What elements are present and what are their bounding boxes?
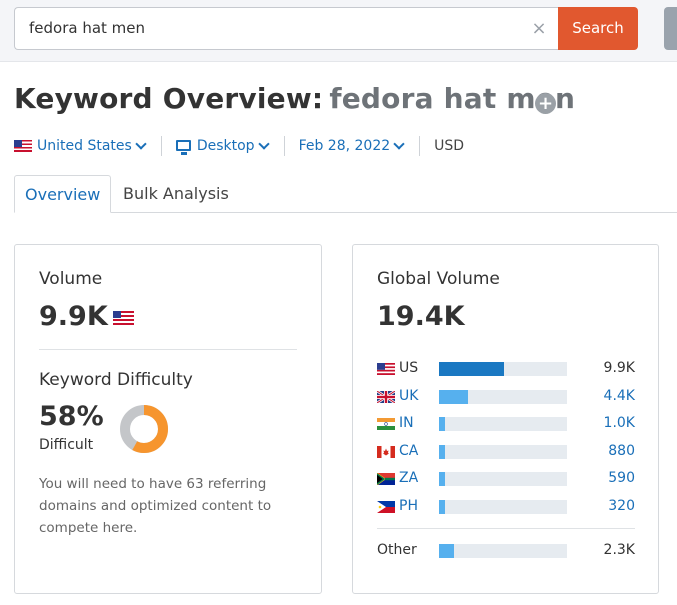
keyword-difficulty-description: You will need to have 63 referring domai… (39, 476, 272, 536)
volume-bar-track (439, 417, 567, 431)
device-selector[interactable]: Desktop (175, 138, 270, 155)
country-row-uk: UK 4.4K (377, 388, 635, 405)
global-volume-card: Global Volume 19.4K US 9.9K UK 4.4K IN 1.0K CA… (352, 244, 659, 594)
country-code[interactable]: UK (399, 388, 418, 404)
ca-flag-icon (377, 445, 395, 458)
page-title: Keyword Overview: fedora hat men (14, 82, 575, 115)
volume-card: Volume 9.9K Keyword Difficulty 58% Diffi… (14, 244, 322, 594)
keyword-difficulty-heading: Keyword Difficulty (39, 370, 193, 390)
country-volume-value[interactable]: 590 (608, 470, 635, 486)
card-divider (39, 349, 297, 350)
in-flag-icon (377, 418, 395, 430)
add-to-list-icon[interactable]: + (535, 93, 556, 114)
search-input[interactable]: fedora hat men (14, 7, 560, 50)
desktop-icon (175, 139, 191, 155)
us-flag-icon (377, 363, 395, 375)
side-panel-button[interactable] (664, 7, 677, 50)
keyword-difficulty-donut (120, 405, 168, 453)
country-code[interactable]: PH (399, 498, 418, 514)
us-flag-icon (14, 140, 32, 152)
volume-bar-track (439, 544, 567, 558)
tab-bulk-analysis[interactable]: Bulk Analysis (113, 175, 239, 213)
volume-heading: Volume (39, 269, 103, 289)
country-volume-value[interactable]: 880 (608, 443, 635, 459)
date-selector[interactable]: Feb 28, 2022 (299, 138, 406, 154)
country-code[interactable]: IN (399, 415, 414, 431)
country-row-us: US 9.9K (377, 360, 635, 377)
filter-divider (419, 136, 421, 156)
country-selector-label: United States (37, 138, 132, 154)
clear-icon[interactable]: × (528, 7, 550, 50)
volume-value: 9.9K (39, 301, 108, 332)
country-code[interactable]: ZA (399, 470, 418, 486)
currency-label: USD (434, 138, 465, 154)
volume-bar-fill (439, 472, 445, 486)
top-search-bar: fedora hat men × Search (0, 0, 677, 62)
country-volume-value[interactable]: 320 (608, 498, 635, 514)
volume-bar-fill (439, 417, 446, 431)
country-row-ca: CA 880 (377, 443, 635, 460)
keyword-difficulty-percent: 58% (39, 401, 104, 432)
volume-bar-track (439, 362, 567, 376)
ph-flag-icon (377, 500, 395, 513)
volume-bar-track (439, 389, 567, 404)
date-selector-label: Feb 28, 2022 (298, 138, 391, 154)
other-value: 2.3K (603, 542, 635, 558)
volume-bar-fill (439, 389, 469, 404)
volume-bar-fill (439, 362, 505, 376)
country-code: US (399, 360, 419, 376)
uk-flag-icon (377, 390, 395, 403)
volume-bar-fill (439, 444, 445, 459)
country-row-ph: PH 320 (377, 498, 635, 515)
country-volume-value: 9.9K (603, 360, 635, 376)
filter-divider (283, 136, 285, 156)
za-flag-icon (377, 473, 395, 485)
volume-bar-track (439, 472, 567, 486)
keyword-difficulty-level: Difficult (39, 437, 94, 453)
page-title-label: Keyword Overview: (14, 82, 324, 115)
country-volume-value[interactable]: 4.4K (604, 388, 635, 404)
country-row-in: IN 1.0K (377, 415, 635, 432)
tab-overview[interactable]: Overview (14, 175, 112, 213)
filter-divider (160, 136, 162, 156)
filters-row: United States Desktop Feb 28, 2022 USD (14, 135, 464, 157)
chevron-down-icon (257, 138, 270, 150)
other-label: Other (377, 542, 417, 558)
country-volume-value[interactable]: 1.0K (604, 415, 635, 431)
search-button[interactable]: Search (558, 7, 638, 50)
volume-bar-track (439, 444, 567, 459)
card-divider (377, 528, 635, 529)
device-selector-label: Desktop (196, 138, 255, 154)
chevron-down-icon (135, 138, 147, 150)
tab-bar: Overview Bulk Analysis (14, 175, 677, 213)
country-code[interactable]: CA (399, 443, 418, 459)
global-volume-heading: Global Volume (377, 269, 500, 289)
volume-bar-fill (439, 499, 445, 514)
global-volume-value: 19.4K (377, 301, 465, 332)
us-flag-icon (113, 311, 134, 325)
country-row-za: ZA 590 (377, 470, 635, 487)
other-row: Other 2.3K (377, 542, 635, 559)
chevron-down-icon (393, 138, 405, 150)
country-selector[interactable]: United States (14, 138, 147, 154)
volume-bar-track (439, 499, 567, 514)
volume-bar-fill (439, 544, 455, 558)
